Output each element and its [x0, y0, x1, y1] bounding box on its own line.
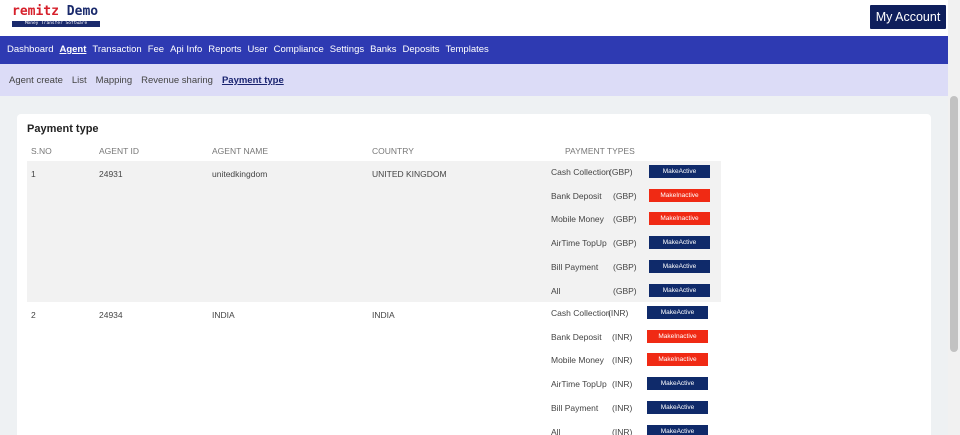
table-row: 2 24934 INDIA INDIA Cash Collection (INR) Make…: [27, 302, 721, 435]
make-active-button[interactable]: MakeActive: [649, 165, 710, 178]
make-inactive-button[interactable]: MakeInactive: [649, 212, 710, 226]
payment-type-name: Bank Deposit: [551, 331, 602, 342]
payment-type-name: Bill Payment: [551, 261, 599, 272]
column-header-agent-name: AGENT NAME: [212, 146, 269, 156]
payment-type-item: All (GBP) MakeActive: [27, 283, 721, 298]
make-active-button[interactable]: MakeActive: [649, 236, 710, 250]
column-header-agent-id: AGENT ID: [99, 146, 139, 156]
nav-item-fee[interactable]: Fee: [148, 36, 164, 64]
payment-type-item: Bank Deposit (GBP) MakeInactive: [27, 188, 721, 203]
make-active-button[interactable]: MakeActive: [647, 377, 708, 391]
logo-wordmark: remitz Demo: [12, 4, 99, 19]
nav-item-user[interactable]: User: [248, 36, 268, 64]
payment-type-currency: (INR): [608, 308, 629, 318]
payment-type-name: Mobile Money: [551, 355, 604, 366]
column-header-payment-types: PAYMENT TYPES: [565, 146, 635, 156]
subnav-item-agent-create[interactable]: Agent create: [9, 75, 63, 86]
nav-item-templates[interactable]: Templates: [445, 36, 488, 64]
payment-type-item: Cash Collection (GBP) MakeActive: [27, 165, 721, 179]
payment-type-item: Bank Deposit (INR) MakeInactive: [27, 329, 721, 344]
column-header-country: COUNTRY: [372, 146, 414, 156]
payment-type-item: All (INR) MakeActive: [27, 424, 721, 435]
subnav-item-payment-type[interactable]: Payment type: [222, 75, 284, 86]
column-header-sno: S.NO: [31, 146, 52, 156]
sub-nav: Agent create List Mapping Revenue sharing Pa…: [0, 64, 948, 96]
payment-type-item: Bill Payment (GBP) MakeActive: [27, 259, 721, 274]
make-active-button[interactable]: MakeActive: [649, 283, 710, 297]
table-row: 1 24931 unitedkingdom UNITED KINGDOM Cash Co…: [27, 161, 721, 302]
payment-type-currency: (INR): [612, 379, 633, 390]
payment-type-item: Mobile Money (GBP) MakeInactive: [27, 212, 721, 226]
payment-type-name: AirTime TopUp: [551, 379, 607, 390]
nav-item-agent[interactable]: Agent: [59, 36, 86, 64]
nav-item-dashboard[interactable]: Dashboard: [7, 36, 53, 64]
brand-logo[interactable]: remitz Demo Money Transfer Software: [12, 5, 102, 27]
payment-type-item: AirTime TopUp (INR) MakeActive: [27, 377, 721, 391]
nav-item-deposits[interactable]: Deposits: [403, 36, 440, 64]
my-account-button[interactable]: My Account: [870, 5, 946, 29]
page-title: Payment type: [27, 123, 99, 135]
make-inactive-button[interactable]: MakeInactive: [647, 353, 708, 367]
make-active-button[interactable]: MakeActive: [647, 306, 708, 319]
make-active-button[interactable]: MakeActive: [647, 424, 708, 435]
nav-item-compliance[interactable]: Compliance: [274, 36, 324, 64]
page-scrollbar[interactable]: [948, 0, 960, 435]
logo-tagline: Money Transfer Software: [12, 21, 100, 27]
payment-type-currency: (INR): [612, 331, 633, 342]
payment-type-name: Cash Collection: [551, 308, 611, 318]
nav-item-banks[interactable]: Banks: [370, 36, 396, 64]
payment-type-currency: (GBP): [613, 190, 637, 201]
payment-type-currency: (GBP): [613, 238, 637, 249]
payment-type-currency: (GBP): [613, 214, 637, 225]
payment-type-item: AirTime TopUp (GBP) MakeActive: [27, 236, 721, 250]
payment-type-currency: (INR): [612, 426, 633, 435]
payment-type-currency: (GBP): [613, 261, 637, 272]
payment-type-card: Payment type S.NO AGENT ID AGENT NAME CO…: [17, 114, 931, 435]
payment-type-name: Bill Payment: [551, 402, 599, 413]
top-header: remitz Demo Money Transfer Software My A…: [0, 0, 948, 36]
main-nav: Dashboard Agent Transaction Fee Api Info Repo…: [0, 36, 948, 64]
payment-type-name: AirTime TopUp: [551, 238, 607, 249]
nav-item-settings[interactable]: Settings: [330, 36, 364, 64]
payment-type-name: Mobile Money: [551, 214, 604, 225]
scrollbar-thumb[interactable]: [950, 96, 958, 352]
make-inactive-button[interactable]: MakeInactive: [647, 329, 708, 343]
subnav-item-list[interactable]: List: [72, 75, 87, 86]
make-inactive-button[interactable]: MakeInactive: [649, 188, 710, 202]
payment-type-currency: (INR): [612, 355, 633, 366]
payment-type-name: Bank Deposit: [551, 190, 602, 201]
payment-type-name: All: [551, 285, 561, 296]
subnav-item-revenue-sharing[interactable]: Revenue sharing: [141, 75, 213, 86]
payment-type-name: All: [551, 426, 561, 435]
payment-type-item: Mobile Money (INR) MakeInactive: [27, 353, 721, 367]
payment-type-currency: (GBP): [613, 285, 637, 296]
payment-type-currency: (INR): [612, 402, 633, 413]
payment-type-item: Cash Collection (INR) MakeActive: [27, 306, 721, 320]
payment-type-name: Cash Collection: [551, 167, 611, 177]
payment-type-currency: (GBP): [609, 167, 633, 177]
make-active-button[interactable]: MakeActive: [647, 400, 708, 414]
payment-type-item: Bill Payment (INR) MakeActive: [27, 400, 721, 415]
subnav-item-mapping[interactable]: Mapping: [96, 75, 132, 86]
make-active-button[interactable]: MakeActive: [649, 259, 710, 273]
nav-item-transaction[interactable]: Transaction: [92, 36, 141, 64]
nav-item-reports[interactable]: Reports: [208, 36, 241, 64]
nav-item-api-info[interactable]: Api Info: [170, 36, 202, 64]
